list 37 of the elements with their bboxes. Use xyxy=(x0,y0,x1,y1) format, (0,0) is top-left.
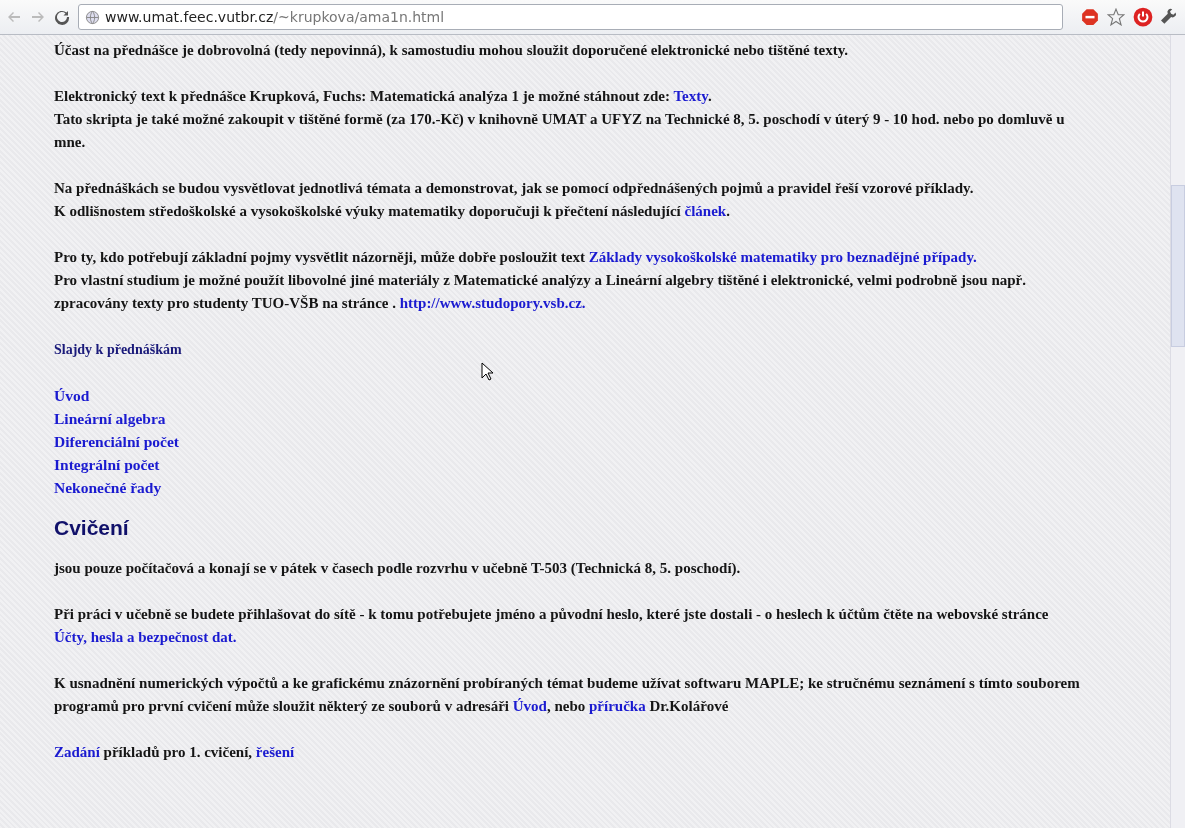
url-text: www.umat.feec.vutbr.cz/~krupkova/ama1n.html xyxy=(105,9,445,25)
lecture-link[interactable]: Integrální počet xyxy=(54,453,160,476)
paragraph: Pro vlastní studium je možné použít libovolné jiné materiály z Matematické analýzy a Lineární algebry tištěné i elektronické, velmi podrobně jsou např. zpracovány texty pro studenty TUO-VŠB na stránce . http://www.studopory.vsb.cz. xyxy=(54,271,1028,313)
paragraph: Tato skripta je také možné zakoupit v tištěné formě (za 170.-Kč) v knihovně UMAT a UFYZ na Technické 8, 5. poschodí v úterý 9 - 10 hod. nebo po domluvě u mne. xyxy=(54,110,1066,152)
mouse-cursor-icon xyxy=(481,362,493,381)
lecture-link[interactable]: Lineární algebra xyxy=(54,407,166,430)
paragraph: Elektronický text k přednášce Krupková, Fuchs: Matematická analýza 1 je možné stáhnout zde: Texty. xyxy=(54,87,713,106)
text-link[interactable]: Základy vysokoškolské matematiky pro beznadějné případy. xyxy=(588,249,977,265)
star-icon[interactable] xyxy=(1107,8,1125,26)
power-icon[interactable] xyxy=(1133,7,1153,27)
globe-icon xyxy=(85,9,100,25)
lecture-link[interactable]: Diferenciální počet xyxy=(54,430,179,453)
slides-link[interactable]: Slajdy k přednáškám xyxy=(54,338,1090,361)
text-link[interactable]: http://www.studopory.vsb.cz. xyxy=(399,295,586,311)
paragraph: jsou pouze počítačová a konají se v pátek v časech podle rozvrhu v učebně T-503 (Technická 8, 5. poschodí). xyxy=(54,559,742,578)
paragraph: Zadání příkladů pro 1. cvičení, řešení xyxy=(54,743,296,762)
paragraph: K usnadnění numerických výpočtů a ke grafickému znázornění probíraných témat budeme užívat softwaru MAPLE; ke stručnému seznámení s tímto souborem programů pro první cvičení může sloužit některý ze souborů v adresáři Úvod, nebo příručka Dr.Kolářové xyxy=(54,674,1081,716)
lecture-link[interactable]: Nekonečné řady xyxy=(54,476,162,499)
stop-sign-icon[interactable] xyxy=(1081,8,1099,26)
paragraph: Při práci v učebně se budete přihlašovat do sítě - k tomu potřebujete jméno a původní heslo, které jste dostali - o heslech k účtům čtěte na webovské stránce Účty, hesla a bezpečnost dat. xyxy=(54,605,1050,647)
wrench-icon[interactable] xyxy=(1161,8,1179,26)
text-link[interactable]: Texty xyxy=(673,88,708,104)
paragraph: Na přednáškách se budou vysvětlovat jednotlivá témata a demonstrovat, jak se pomocí odpřednášených pojmů a pravidel řeší vzorové příklady. xyxy=(54,179,975,198)
paragraph: Pro ty, kdo potřebují základní pojmy vysvětlit názorněji, může dobře posloužit text Základy vysokoškolské matematiky pro beznadějné případy. xyxy=(54,248,978,267)
text-link[interactable]: Úvod xyxy=(512,698,547,714)
text-link[interactable]: Účty, hesla a bezpečnost dat. xyxy=(54,629,237,645)
text-link[interactable]: článek xyxy=(684,203,727,219)
scrollbar[interactable] xyxy=(1170,35,1185,828)
paragraph: Účast na přednášce je dobrovolná (tedy nepovinná), k samostudiu mohou sloužit doporučené elektronické nebo tištěné texty. xyxy=(54,41,850,60)
text-link[interactable]: příručka xyxy=(589,698,646,714)
lecture-link[interactable]: Úvod xyxy=(54,384,90,407)
reload-icon[interactable] xyxy=(54,9,70,25)
section-heading: Cvičení xyxy=(54,515,130,541)
address-bar[interactable]: www.umat.feec.vutbr.cz/~krupkova/ama1n.html xyxy=(78,4,1063,30)
paragraph: K odlišnostem středoškolské a vysokoškolské výuky matematiky doporučuji k přečtení následující článek. xyxy=(54,202,731,221)
text-link[interactable]: Zadání xyxy=(54,744,100,760)
text-link[interactable]: řešení xyxy=(255,744,295,760)
